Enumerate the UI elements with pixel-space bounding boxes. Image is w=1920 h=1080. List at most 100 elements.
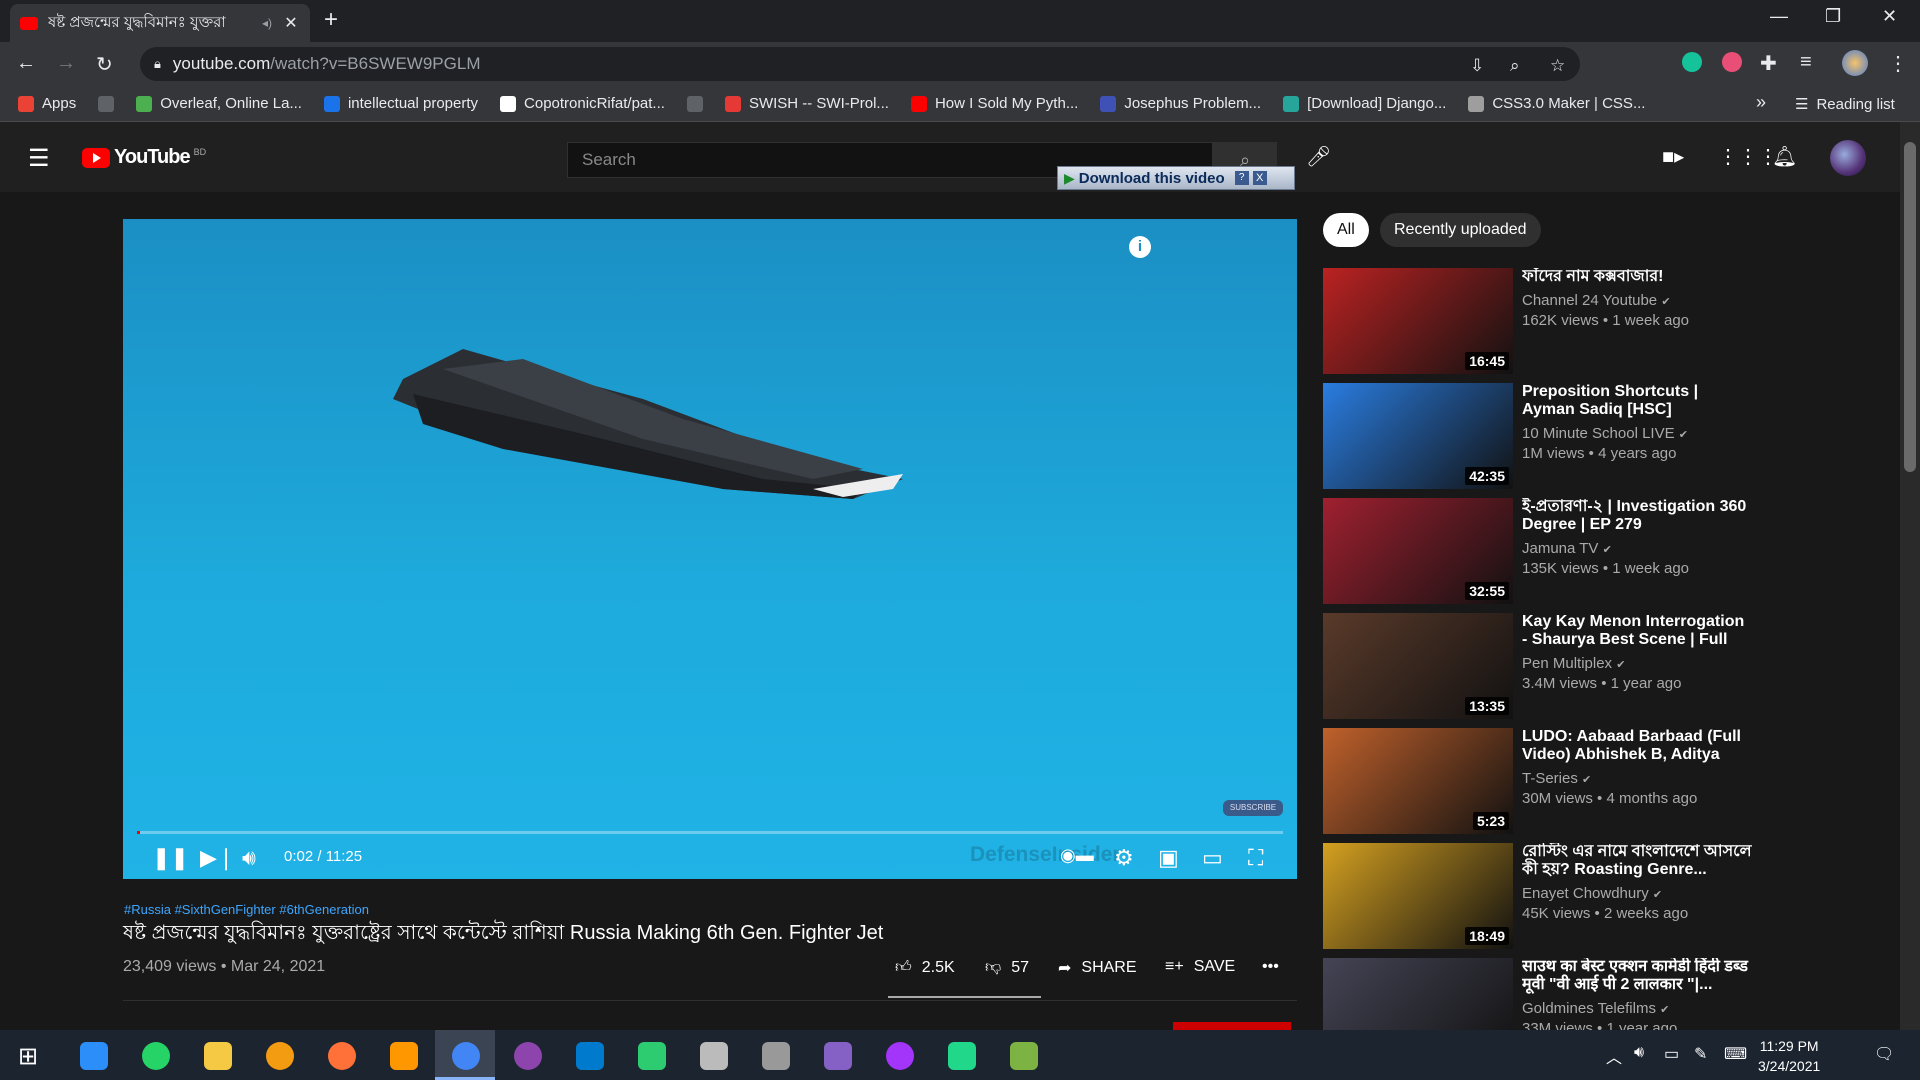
taskbar-app-sphere-icon[interactable] <box>700 1042 728 1070</box>
like-button[interactable]: 👍︎ 2.5K <box>895 958 955 977</box>
video-player[interactable] <box>123 219 1297 879</box>
taskbar-app-blocks-icon[interactable] <box>390 1042 418 1070</box>
tray-chevron-icon[interactable]: ︿ <box>1606 1044 1622 1068</box>
bookmark-item[interactable]: [Download] Django... <box>1283 95 1446 112</box>
video-thumbnail[interactable]: 18:49 <box>1323 843 1513 949</box>
minimize-icon[interactable]: — <box>1770 6 1788 27</box>
progress-bar[interactable] <box>137 831 1283 834</box>
related-video-channel[interactable]: Enayet Chowdhury ✔ <box>1522 885 1662 902</box>
forward-icon[interactable]: → <box>56 52 76 75</box>
video-thumbnail[interactable]: 13:35 <box>1323 613 1513 719</box>
taskbar-app-satellite-icon[interactable] <box>762 1042 790 1070</box>
mute-icon[interactable]: ◂) <box>262 16 272 30</box>
microphone-icon[interactable]: 🎤︎ <box>1306 144 1331 169</box>
menu-dots-icon[interactable]: ⋮ <box>1888 51 1908 76</box>
theater-mode-icon[interactable]: ▭ <box>1202 845 1223 871</box>
download-help-icon[interactable]: ? <box>1234 171 1249 185</box>
share-button[interactable]: ➦ SHARE <box>1058 958 1137 978</box>
video-thumbnail[interactable]: 32:55 <box>1323 498 1513 604</box>
related-video-card[interactable]: 5:23 LUDO: Aabaad Barbaad (Full Video) Ab… <box>1323 728 1920 834</box>
reload-icon[interactable]: ↻ <box>96 52 113 77</box>
info-icon[interactable]: i <box>1129 236 1151 258</box>
notifications-icon[interactable]: 🗨︎ <box>1874 1044 1894 1064</box>
lock-icon[interactable]: 🔒︎ <box>154 56 161 72</box>
chip-all[interactable]: All <box>1323 213 1369 247</box>
related-video-channel[interactable]: 10 Minute School LIVE ✔ <box>1522 425 1688 442</box>
taskbar-vscode-icon[interactable] <box>576 1042 604 1070</box>
download-video-button[interactable]: ▶ Download this video ? X <box>1057 166 1295 190</box>
taskbar-messenger-icon[interactable] <box>886 1042 914 1070</box>
dislike-button[interactable]: 👎︎ 57 <box>985 958 1029 977</box>
bookmark-item[interactable]: CopotronicRifat/pat... <box>500 95 665 112</box>
restore-icon[interactable]: ❐ <box>1825 6 1841 27</box>
account-avatar[interactable] <box>1830 140 1866 176</box>
related-video-title[interactable]: রোস্টিং এর নামে বাংলাদেশে আসলে কী হয়? R… <box>1522 843 1752 879</box>
close-window-icon[interactable]: ✕ <box>1882 6 1897 27</box>
bookmark-item[interactable]: Josephus Problem... <box>1100 95 1261 112</box>
related-video-channel[interactable]: Pen Multiplex ✔ <box>1522 655 1625 672</box>
taskbar-file-explorer-icon[interactable] <box>204 1042 232 1070</box>
taskbar-app-globe-icon[interactable] <box>638 1042 666 1070</box>
bookmark-item[interactable]: intellectual property <box>323 95 478 112</box>
bookmark-item[interactable] <box>98 95 115 112</box>
scrollbar-thumb[interactable] <box>1904 142 1916 472</box>
reading-list[interactable]: ☰ Reading list <box>1795 95 1895 114</box>
network-icon[interactable]: ▭ <box>1664 1044 1679 1064</box>
bookmark-item[interactable]: Overleaf, Online La... <box>136 95 302 112</box>
save-button[interactable]: ≡+ SAVE <box>1165 958 1235 976</box>
media-control-icon[interactable]: ≡ <box>1800 51 1812 74</box>
taskbar-github-desktop-icon[interactable] <box>514 1042 542 1070</box>
related-video-card[interactable]: 32:55 ই-প্রতারণা-২ | Investigation 360 De… <box>1323 498 1920 604</box>
volume-icon[interactable]: 🔊︎ <box>242 845 256 871</box>
video-thumbnail[interactable]: 42:35 <box>1323 383 1513 489</box>
related-video-card[interactable]: 18:49 রোস্টিং এর নামে বাংলাদেশে আসলে কী হ… <box>1323 843 1920 949</box>
related-video-channel[interactable]: Goldmines Telefilms ✔ <box>1522 1000 1669 1017</box>
address-bar[interactable]: 🔒︎ youtube.com/watch?v=B6SWEW9PGLM ☆ ⌕ ⇩ <box>140 47 1580 81</box>
bookmark-item[interactable] <box>686 95 703 112</box>
taskbar-firefox-icon[interactable] <box>328 1042 356 1070</box>
speaker-icon[interactable]: 🔊︎ <box>1634 1044 1644 1062</box>
taskbar-app-sheet-icon[interactable] <box>1010 1042 1038 1070</box>
bookmark-item[interactable]: SWISH -- SWI-Prol... <box>724 95 889 112</box>
new-tab-icon[interactable]: + <box>324 6 338 34</box>
zoom-icon[interactable]: ⌕ <box>1510 56 1520 76</box>
back-icon[interactable]: ← <box>16 52 36 75</box>
chip-recently-uploaded[interactable]: Recently uploaded <box>1380 213 1541 247</box>
keyboard-icon[interactable]: ⌨ <box>1724 1044 1747 1064</box>
bookmark-item[interactable]: How I Sold My Pyth... <box>910 95 1078 112</box>
browser-tab[interactable]: ষষ্ট প্রজন্মের যুদ্ধবিমানঃ যুক্তরা ◂) ✕ <box>10 4 310 42</box>
grammarly-icon[interactable] <box>1682 52 1702 72</box>
related-video-title[interactable]: LUDO: Aabaad Barbaad (Full Video) Abhish… <box>1522 728 1752 764</box>
related-video-title[interactable]: Preposition Shortcuts | Ayman Sadiq [HSC… <box>1522 383 1752 419</box>
taskbar-visual-studio-icon[interactable] <box>824 1042 852 1070</box>
taskbar-app-orange-icon[interactable] <box>266 1042 294 1070</box>
related-video-channel[interactable]: Jamuna TV ✔ <box>1522 540 1612 557</box>
related-video-channel[interactable]: Channel 24 Youtube ✔ <box>1522 292 1671 309</box>
taskbar-search-icon[interactable] <box>80 1042 108 1070</box>
bookmark-item[interactable]: Apps <box>18 95 76 112</box>
related-video-title[interactable]: Kay Kay Menon Interrogation - Shaurya Be… <box>1522 613 1752 649</box>
related-video-card[interactable]: 13:35 Kay Kay Menon Interrogation - Shaur… <box>1323 613 1920 719</box>
star-icon[interactable]: ☆ <box>1550 56 1565 76</box>
install-icon[interactable]: ⇩ <box>1470 56 1484 76</box>
taskbar-chrome-icon[interactable] <box>452 1042 480 1070</box>
taskbar-whatsapp-icon[interactable] <box>142 1042 170 1070</box>
related-video-title[interactable]: साउथ का बेस्ट एक्शन कामेडी हिंदी डब्ड मू… <box>1522 958 1752 994</box>
profile-avatar[interactable] <box>1842 50 1868 76</box>
apps-grid-icon[interactable]: ⋮⋮⋮ <box>1718 144 1778 169</box>
next-icon[interactable]: ▶❘ <box>200 845 235 871</box>
bookmark-item[interactable]: CSS3.0 Maker | CSS... <box>1468 95 1645 112</box>
video-hashtags[interactable]: #Russia #SixthGenFighter #6thGeneration <box>124 902 369 917</box>
related-video-channel[interactable]: T-Series ✔ <box>1522 770 1591 787</box>
url-text[interactable]: youtube.com/watch?v=B6SWEW9PGLM <box>173 54 481 74</box>
hamburger-menu-icon[interactable]: ☰ <box>28 144 50 173</box>
youtube-logo[interactable]: YouTube BD <box>82 146 206 169</box>
notifications-bell-icon[interactable]: 🔔︎ <box>1772 144 1797 169</box>
related-video-title[interactable]: ই-প্রতারণা-২ | Investigation 360 Degree … <box>1522 498 1752 534</box>
related-video-card[interactable]: 42:35 Preposition Shortcuts | Ayman Sadiq… <box>1323 383 1920 489</box>
pen-icon[interactable]: ✎ <box>1694 1044 1707 1064</box>
pause-icon[interactable]: ❚❚ <box>152 845 189 871</box>
windows-start-icon[interactable]: ⊞ <box>18 1042 38 1071</box>
taskbar-pycharm-icon[interactable] <box>948 1042 976 1070</box>
page-scrollbar[interactable] <box>1900 122 1920 1030</box>
